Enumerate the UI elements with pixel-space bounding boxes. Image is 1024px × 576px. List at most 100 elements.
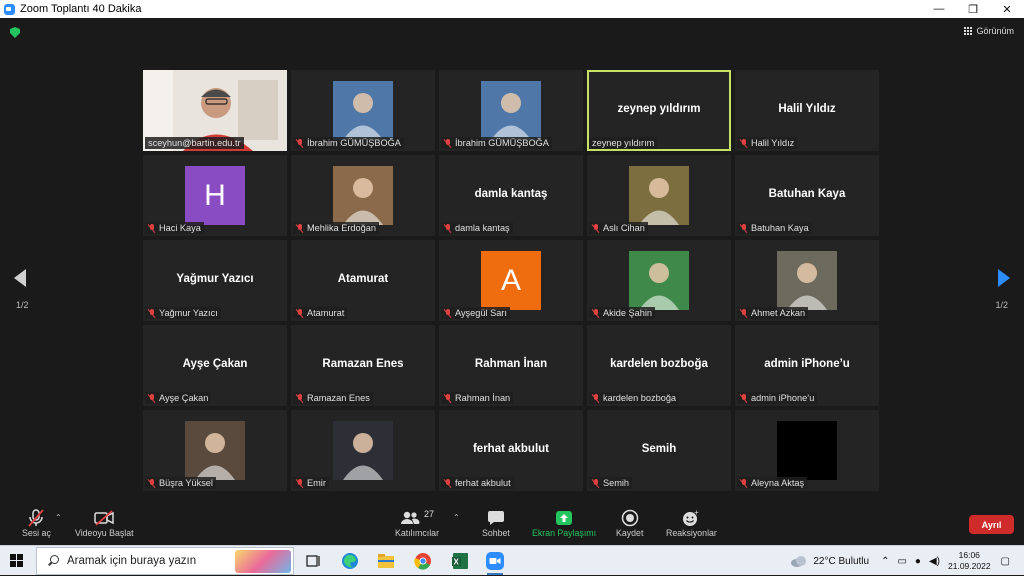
svg-text:X: X (454, 558, 460, 567)
participant-name-text: Halil Yıldız (751, 138, 795, 148)
participant-name-label: Yağmur Yazıcı (145, 307, 221, 319)
participant-tile[interactable]: İbrahim GÜMÜŞBOĞA (291, 70, 435, 151)
share-screen-button[interactable]: Ekran Paylaşımı (532, 508, 596, 538)
record-label: Kaydet (616, 528, 644, 538)
participant-tile[interactable]: sceyhun@bartin.edu.tr (143, 70, 287, 151)
participants-icon (400, 511, 420, 524)
muted-mic-icon (740, 138, 748, 148)
svg-text:+: + (694, 509, 699, 517)
participant-tile[interactable]: Yağmur Yazıcı Yağmur Yazıcı (143, 240, 287, 321)
participant-tile[interactable]: admin iPhone’u admin iPhone’u (735, 325, 879, 406)
muted-mic-icon (148, 393, 156, 403)
participant-name-label: ferhat akbulut (441, 477, 514, 489)
volume-icon[interactable]: ◀) (929, 556, 940, 567)
taskbar-search-box[interactable]: Aramak için buraya yazın (36, 547, 294, 575)
participant-display-name: Semih (641, 443, 677, 455)
view-button[interactable]: Görünüm (963, 26, 1014, 36)
participant-tile[interactable]: ferhat akbulut ferhat akbulut (439, 410, 583, 491)
participant-tile[interactable]: A Ayşegül Sarı (439, 240, 583, 321)
windows-taskbar: Aramak için buraya yazın X 22°C Bulutlu … (0, 545, 1024, 575)
participant-tile[interactable]: Ayşe Çakan Ayşe Çakan (143, 325, 287, 406)
taskbar-clock[interactable]: 16:06 21.09.2022 (948, 550, 991, 572)
participant-name-label: damla kantaş (441, 222, 513, 234)
window-controls: — ❐ ✕ (922, 0, 1024, 18)
participant-name-label: İbrahim GÜMÜŞBOĞA (293, 137, 404, 149)
task-view-icon[interactable] (304, 551, 324, 571)
participant-tile[interactable]: Büşra Yüksel (143, 410, 287, 491)
participant-tile[interactable]: Halil Yıldız Halil Yıldız (735, 70, 879, 151)
zoom-app-icon (4, 3, 15, 15)
cloud-weather-icon (791, 556, 807, 567)
participant-tile[interactable]: Mehlika Erdoğan (291, 155, 435, 236)
microphone-tray-icon[interactable]: ● (915, 556, 921, 567)
record-button[interactable]: Kaydet (616, 508, 643, 538)
participant-name-label: Aleyna Aktaş (737, 477, 808, 489)
show-hidden-icons-icon[interactable]: ⌃ (881, 556, 889, 567)
previous-page-arrow-icon[interactable] (14, 269, 26, 287)
participant-name-label: Akide Şahin (589, 307, 656, 319)
participant-profile-photo (333, 81, 393, 140)
participant-profile-photo (629, 166, 689, 225)
weather-text[interactable]: 22°C Bulutlu (813, 556, 869, 567)
participant-name-label: admin iPhone’u (737, 392, 818, 404)
participant-name-text: Batuhan Kaya (751, 223, 809, 233)
participants-options-caret-icon[interactable]: ⌃ (453, 513, 460, 522)
muted-mic-icon (740, 308, 748, 318)
participant-name-text: Ayşe Çakan (159, 393, 209, 403)
system-tray: 22°C Bulutlu ⌃ ▭ ● ◀) 16:06 21.09.2022 ▢ (790, 546, 1024, 576)
participant-name-label: Mehlika Erdoğan (293, 222, 379, 234)
meeting-area: Görünüm 1/2 1/2 sceyhun@bartin.edu.tr İbr… (0, 18, 1024, 504)
participant-tile[interactable]: Batuhan Kaya Batuhan Kaya (735, 155, 879, 236)
file-explorer-icon[interactable] (376, 551, 396, 571)
participant-tile[interactable]: Semih Semih (587, 410, 731, 491)
participant-tile[interactable]: Atamurat Atamurat (291, 240, 435, 321)
muted-mic-icon (444, 138, 452, 148)
windows-start-icon[interactable] (10, 554, 23, 567)
chrome-browser-icon[interactable] (413, 551, 433, 571)
participant-name-label: Emir (293, 477, 329, 489)
audio-options-caret-icon[interactable]: ⌃ (55, 513, 62, 522)
participant-tile[interactable]: Emir (291, 410, 435, 491)
start-video-button[interactable]: Videoyu Başlat (75, 508, 134, 538)
leave-button[interactable]: Ayrıl (969, 515, 1014, 534)
participant-tile[interactable]: kardelen bozboğa kardelen bozboğa (587, 325, 731, 406)
participant-profile-photo (185, 421, 245, 480)
participant-tile[interactable]: zeynep yıldırım zeynep yıldırım (587, 70, 731, 151)
participant-tile[interactable]: Akide Şahin (587, 240, 731, 321)
participant-tile[interactable]: Aslı Cihan (587, 155, 731, 236)
notifications-icon[interactable]: ▢ (1001, 556, 1010, 567)
encryption-shield-icon[interactable] (10, 27, 20, 38)
participant-name-text: sceyhun@bartin.edu.tr (148, 138, 241, 148)
participant-profile-photo (333, 166, 393, 225)
video-off-icon (94, 508, 115, 528)
excel-icon[interactable]: X (450, 551, 470, 571)
restore-button[interactable]: ❐ (956, 0, 990, 18)
participant-tile[interactable]: Ramazan Enes Ramazan Enes (291, 325, 435, 406)
participant-name-text: kardelen bozboğa (603, 393, 677, 403)
participant-display-name: Ramazan Enes (322, 358, 404, 370)
record-icon (621, 508, 639, 528)
reactions-button[interactable]: + Reaksiyonlar (666, 508, 717, 538)
participant-tile[interactable]: damla kantaş damla kantaş (439, 155, 583, 236)
zoom-taskbar-icon[interactable] (485, 551, 505, 575)
chat-button[interactable]: Sohbet (482, 508, 510, 538)
network-icon[interactable]: ▭ (897, 556, 906, 567)
unmute-button[interactable]: Sesi aç (22, 508, 51, 538)
participant-tile[interactable]: Rahman İnan Rahman İnan (439, 325, 583, 406)
participant-name-label: Ramazan Enes (293, 392, 373, 404)
participant-tile[interactable]: Aleyna Aktaş (735, 410, 879, 491)
participants-button[interactable]: 27 Katılımcılar (395, 508, 439, 538)
minimize-button[interactable]: — (922, 0, 956, 18)
next-page-arrow-icon[interactable] (998, 269, 1010, 287)
muted-mic-icon (296, 308, 304, 318)
participant-tile[interactable]: H Haci Kaya (143, 155, 287, 236)
window-title: Zoom Toplantı 40 Dakika (20, 3, 142, 15)
participant-tile[interactable]: Ahmet Azkan (735, 240, 879, 321)
muted-mic-icon (296, 393, 304, 403)
participant-display-name: ferhat akbulut (472, 443, 550, 455)
edge-browser-icon[interactable] (340, 551, 360, 571)
muted-mic-icon (296, 138, 304, 148)
participant-display-name: kardelen bozboğa (610, 358, 708, 370)
close-button[interactable]: ✕ (990, 0, 1024, 18)
participant-tile[interactable]: İbrahim GÜMÜŞBOĞA (439, 70, 583, 151)
